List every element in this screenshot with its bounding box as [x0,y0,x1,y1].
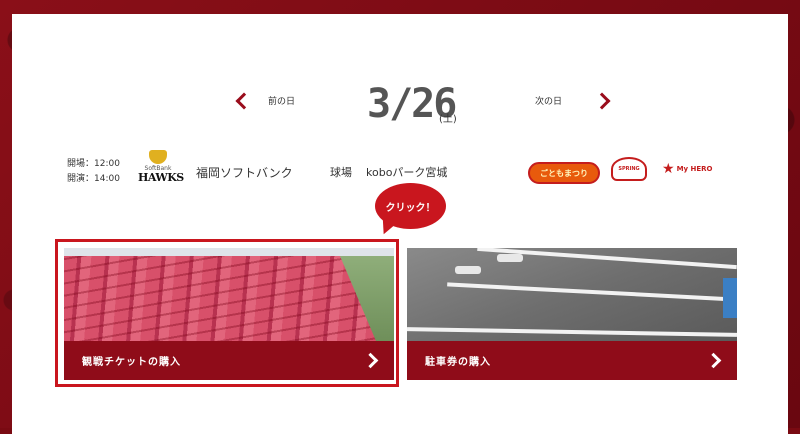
ticket-purchase-label: 観戦チケットの購入 [82,357,181,368]
chevron-left-icon [235,92,253,109]
stadium-seats-image [64,248,394,341]
next-day-label: 次の日 [535,97,563,107]
event-logo-myhero-text: My HERO [676,165,713,173]
parking-line [447,282,737,302]
parking-purchase-label: 駐車券の購入 [425,357,491,368]
wheel-stop [497,254,523,262]
chevron-right-icon [362,352,379,369]
parking-purchase-card[interactable]: 駐車券の購入 [407,248,737,380]
next-day-link[interactable]: 次の日 [535,92,611,109]
chevron-right-icon [705,352,722,369]
stadium-info: 球場 koboパーク宮城 [330,164,447,180]
prev-day-link[interactable]: 前の日 [234,92,296,109]
open-time: 開場：12:00 [67,159,120,169]
parking-line [407,327,737,337]
stadium-label: 球場 [330,166,352,179]
opponent-name: 福岡ソフトバンク [196,166,293,180]
hawks-crest-icon [149,150,167,164]
start-time: 開演：14:00 [67,174,120,184]
photo-field [340,256,394,341]
event-logo-spring: SPRING [611,157,647,181]
parking-lot-image [407,248,737,341]
parking-purchase-bar[interactable]: 駐車券の購入 [407,341,737,380]
game-times: 開場：12:00 開演：14:00 [67,157,120,187]
photo-sky [64,248,394,256]
prev-day-label: 前の日 [268,97,296,107]
team-logo-main-text: HAWKS [138,171,184,184]
star-icon: ★ [662,161,675,177]
ticket-purchase-bar[interactable]: 観戦チケットの購入 [64,341,394,380]
current-weekday: (土) [439,114,457,125]
hawks-team-logo: SoftBank HAWKS [138,150,184,192]
chevron-right-icon [593,92,611,109]
event-logo-myhero: ★ My HERO [662,158,734,180]
parking-blue-marking [723,278,737,318]
event-logo-matsuri: ごともまつり [528,162,600,184]
ticket-purchase-card[interactable]: 観戦チケットの購入 [64,248,394,380]
stadium-value: koboパーク宮城 [366,166,448,179]
wheel-stop [455,266,481,274]
